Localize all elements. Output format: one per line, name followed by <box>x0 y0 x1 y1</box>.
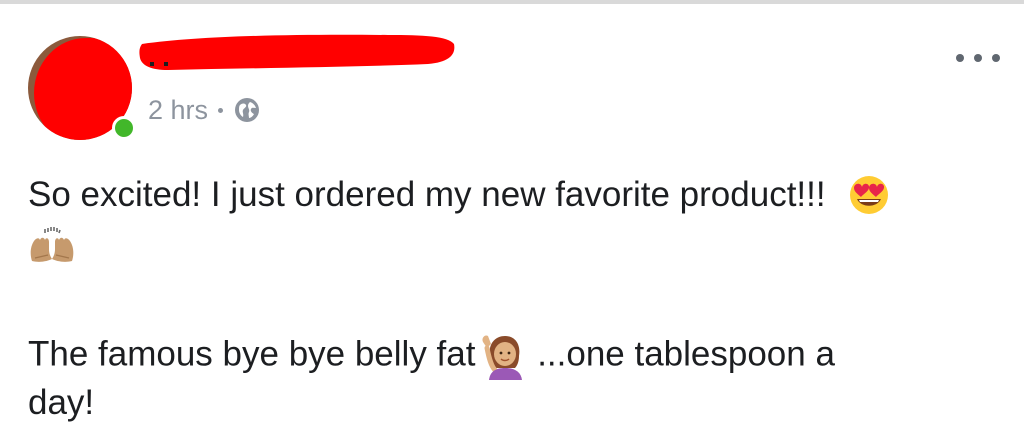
name-text-fragment <box>150 62 168 66</box>
top-divider <box>0 0 1024 4</box>
post-body-text: So excited! I just ordered my new favori… <box>28 175 826 214</box>
more-dot <box>974 54 982 62</box>
online-status-indicator <box>112 116 136 140</box>
raising-hands-emoji <box>28 225 76 265</box>
facebook-post: 2 hrs So excited! I just ordered my new … <box>0 0 1024 444</box>
post-meta: 2 hrs <box>148 94 261 126</box>
post-body-text: day! <box>28 383 95 422</box>
post-timestamp[interactable]: 2 hrs <box>148 95 208 126</box>
author-avatar[interactable] <box>28 36 136 142</box>
post-body-text: ...one tablespoon a <box>527 334 835 374</box>
more-dot <box>992 54 1000 62</box>
globe-icon[interactable] <box>233 96 261 124</box>
tipping-hand-woman-emoji <box>477 332 527 380</box>
author-name-redaction[interactable] <box>138 30 456 74</box>
post-text-line: day! <box>28 382 998 424</box>
more-dot <box>956 54 964 62</box>
post-text-line: The famous bye bye belly fat ...one tabl… <box>28 332 998 380</box>
post-body-text: The famous bye bye belly fat <box>28 334 476 374</box>
more-options-icon[interactable] <box>956 50 1000 66</box>
heart-eyes-emoji <box>845 174 893 216</box>
meta-separator <box>218 107 224 113</box>
post-text-line: So excited! I just ordered my new favori… <box>28 174 998 218</box>
post-text-line <box>28 222 998 265</box>
